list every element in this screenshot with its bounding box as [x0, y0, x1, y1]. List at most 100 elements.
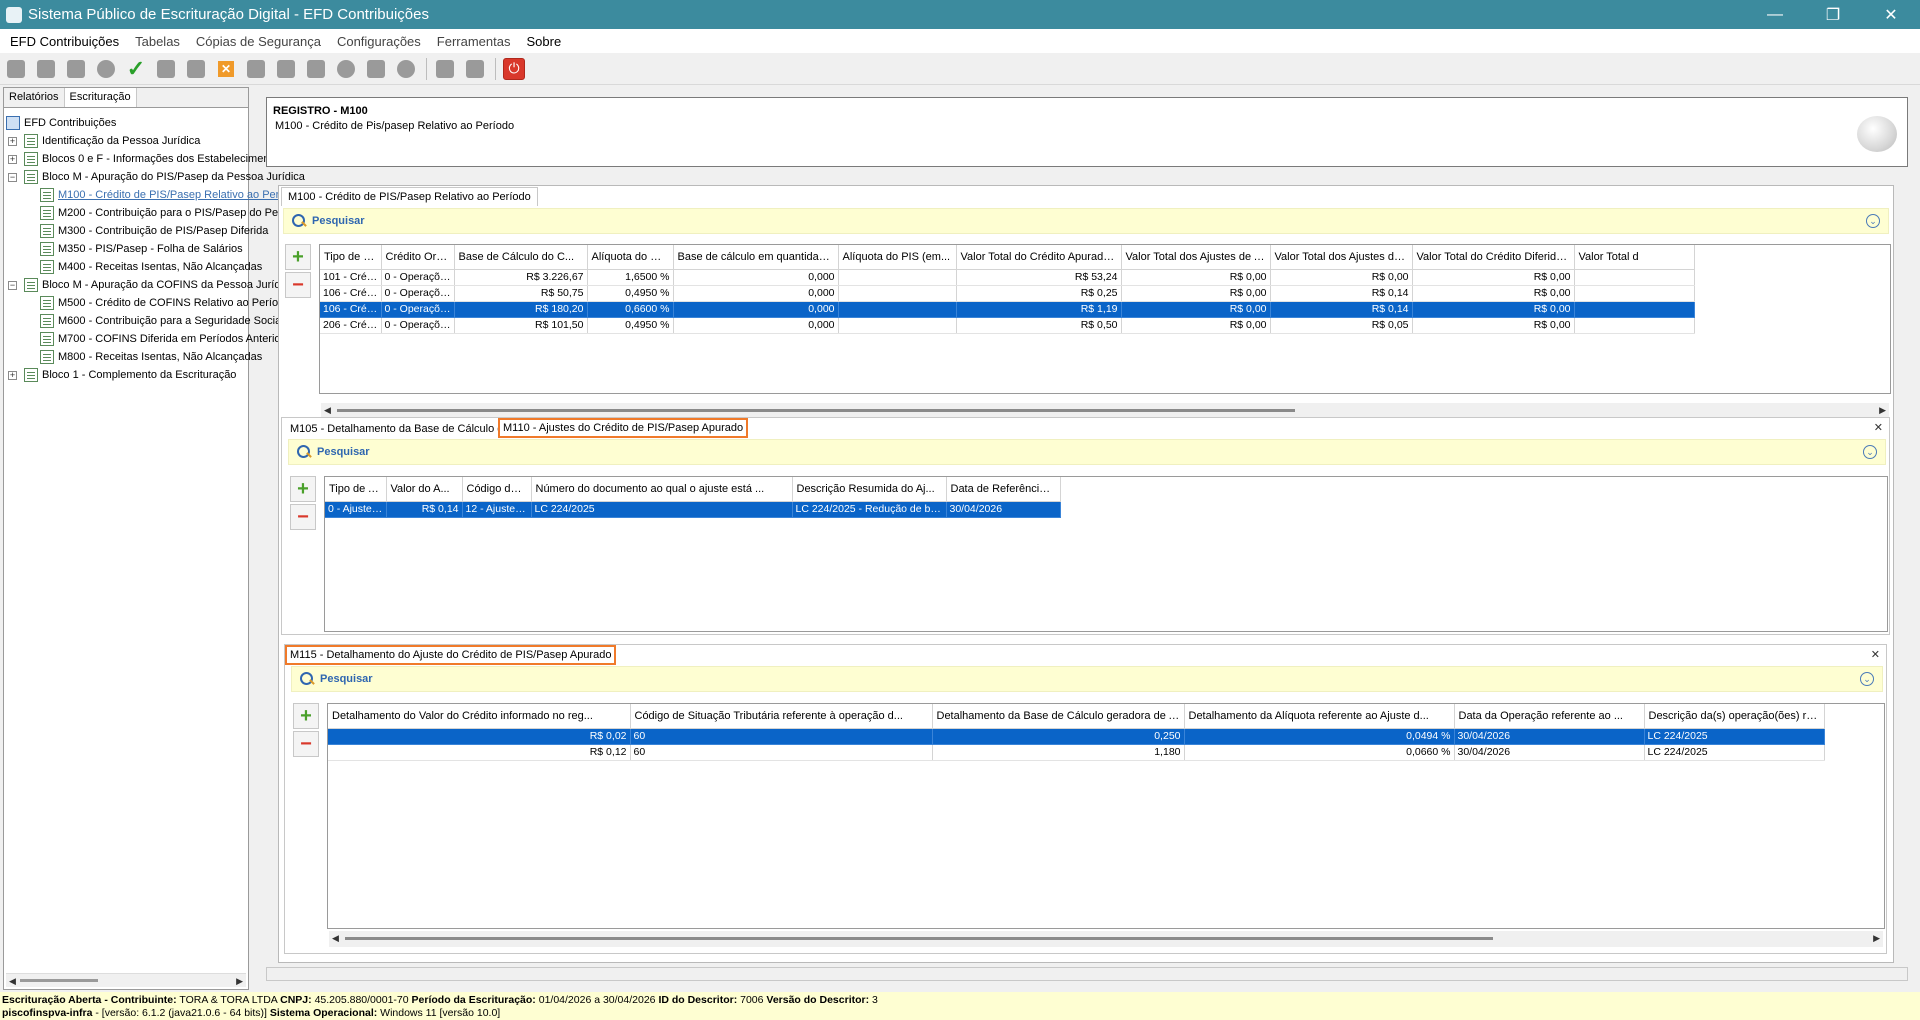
table-cell[interactable]: 1,180 [932, 744, 1185, 761]
add-button[interactable]: + [293, 703, 319, 729]
tree-item[interactable]: M350 - PIS/Pasep - Folha de Salários [4, 240, 248, 258]
table-cell[interactable]: LC 224/2025 [1644, 728, 1825, 745]
tree-item[interactable]: − Bloco M - Apuração do PIS/Pasep da Pess… [4, 168, 305, 186]
table-row[interactable]: R$ 0,12 60 1,180 0,0660 % 30/04/2026 LC 224/2… [328, 744, 1825, 761]
menu-copias-seguranca[interactable]: Cópias de Segurança [196, 34, 321, 49]
tree-item[interactable]: EFD Contribuições [4, 114, 248, 132]
table-cell[interactable] [838, 317, 957, 334]
table-cell[interactable]: 30/04/2026 [946, 501, 1061, 518]
menu-efd-contribuicoes[interactable]: EFD Contribuições [10, 34, 119, 49]
save-icon[interactable] [433, 57, 457, 81]
table-cell[interactable]: 0,0494 % [1184, 728, 1455, 745]
tab-escrituracao[interactable]: Escrituração [64, 88, 137, 107]
scroll-left-icon[interactable]: ◀ [9, 976, 16, 987]
exit-power-icon[interactable]: ⏻ [502, 57, 526, 81]
collapse-icon[interactable]: ⌄ [1866, 214, 1880, 228]
minimize-button[interactable]: — [1746, 0, 1804, 29]
column-header[interactable]: Detalhamento da Alíquota referente ao Aj… [1184, 704, 1455, 729]
column-header[interactable]: Valor Total dos Ajustes de Acré... [1121, 245, 1271, 270]
table-cell[interactable]: R$ 0,05 [1270, 317, 1413, 334]
table-cell[interactable]: R$ 0,14 [386, 501, 463, 518]
table-cell[interactable]: R$ 0,00 [1412, 269, 1575, 286]
tree-item[interactable]: + Bloco 1 - Complemento da Escrituração [4, 366, 248, 384]
search-bar[interactable]: Pesquisar ⌄ [288, 439, 1886, 465]
column-header[interactable]: Valor do A... [386, 477, 463, 502]
collapse-icon[interactable]: − [8, 280, 17, 290]
expand-icon[interactable]: + [8, 136, 17, 146]
column-header[interactable]: Valor Total dos Ajustes de Re... [1270, 245, 1413, 270]
table-cell[interactable]: R$ 0,00 [1412, 285, 1575, 302]
table-cell[interactable]: 0 - Ajuste de... [325, 501, 387, 518]
collapse-icon[interactable]: − [8, 172, 17, 182]
column-header[interactable]: Código de Situação Tributária referente … [630, 704, 933, 729]
add-button[interactable]: + [285, 244, 311, 270]
tree-item[interactable]: M800 - Receitas Isentas, Não Alcançadas [4, 348, 262, 366]
collapse-icon[interactable]: ⌄ [1860, 672, 1874, 686]
table-cell[interactable]: 0 - Operações ... [381, 269, 455, 286]
validate-check-icon[interactable]: ✓ [124, 57, 148, 81]
scroll-left-icon[interactable]: ◀ [332, 933, 339, 944]
table-row[interactable]: 0 - Ajuste de...R$ 0,1412 - Ajuste ref..… [325, 501, 1061, 518]
column-header[interactable]: Alíquota do PIS (em... [838, 245, 957, 270]
table-cell[interactable]: 0,0660 % [1184, 744, 1455, 761]
table-cell[interactable]: R$ 0,12 [328, 744, 631, 761]
table-cell[interactable]: R$ 0,00 [1121, 269, 1271, 286]
table-cell[interactable]: 30/04/2026 [1454, 728, 1645, 745]
table-cell[interactable]: R$ 180,20 [454, 301, 588, 318]
column-header[interactable]: Descrição da(s) operação(ões) refe [1644, 704, 1825, 729]
menu-configuracoes[interactable]: Configurações [337, 34, 421, 49]
table-cell[interactable]: R$ 0,02 [328, 728, 631, 745]
table-cell[interactable] [1574, 301, 1695, 318]
tree-item[interactable]: M700 - COFINS Diferida em Períodos Anter… [4, 330, 296, 348]
scroll-left-icon[interactable]: ◀ [324, 405, 331, 416]
table-cell[interactable]: R$ 53,24 [956, 269, 1122, 286]
tab-m100[interactable]: M100 - Crédito de PIS/Pasep Relativo ao … [281, 187, 538, 206]
table-cell[interactable] [838, 269, 957, 286]
print-icon[interactable] [244, 57, 268, 81]
table-cell[interactable]: R$ 101,50 [454, 317, 588, 334]
bottom-scrollbar[interactable] [266, 967, 1908, 981]
tree-item[interactable]: M400 - Receitas Isentas, Não Alcançadas [4, 258, 262, 276]
tree-item[interactable]: − Bloco M - Apuração da COFINS da Pessoa … [4, 276, 295, 294]
table-cell[interactable]: 0,4950 % [587, 285, 674, 302]
column-header[interactable]: Base de Cálculo do C... [454, 245, 588, 270]
table-row[interactable]: R$ 0,02 60 0,250 0,0494 % 30/04/2026 LC 224/2… [328, 728, 1825, 745]
column-header[interactable]: Data da Operação referente ao ... [1454, 704, 1645, 729]
table-cell[interactable]: LC 224/2025 [1644, 744, 1825, 761]
table-cell[interactable]: R$ 0,50 [956, 317, 1122, 334]
table-cell[interactable] [1574, 317, 1695, 334]
report-icon[interactable] [304, 57, 328, 81]
table-cell[interactable] [1574, 269, 1695, 286]
column-header[interactable]: Detalhamento do Valor do Crédito informa… [328, 704, 631, 729]
table-cell[interactable] [838, 285, 957, 302]
save-as-icon[interactable] [463, 57, 487, 81]
table-cell[interactable]: 0,000 [673, 285, 839, 302]
remove-button[interactable]: − [293, 731, 319, 757]
table-cell[interactable]: LC 224/2025 [531, 501, 793, 518]
table-row[interactable]: 206 - Crédito...0 - Operações ...R$ 101,… [320, 317, 1695, 334]
send-icon[interactable] [364, 57, 388, 81]
tree-item[interactable]: M500 - Crédito de COFINS Relativo ao Per… [4, 294, 290, 312]
copy-icon[interactable] [154, 57, 178, 81]
column-header[interactable]: Detalhamento da Base de Cálculo geradora… [932, 704, 1185, 729]
scroll-right-icon[interactable]: ▶ [236, 976, 243, 987]
table-cell[interactable]: R$ 0,00 [1121, 285, 1271, 302]
tree-item[interactable]: M600 - Contribuição para a Seguridade So… [4, 312, 284, 330]
table-row[interactable]: 106 - Crédito...0 - Operações ...R$ 180,… [320, 301, 1695, 318]
settings-gears-icon[interactable] [94, 57, 118, 81]
restore-button[interactable]: ❐ [1804, 0, 1862, 29]
add-button[interactable]: + [290, 476, 316, 502]
table-cell[interactable]: R$ 0,25 [956, 285, 1122, 302]
table-cell[interactable]: 60 [630, 728, 933, 745]
column-header[interactable]: Crédito Oriu... [381, 245, 455, 270]
m115-horizontal-scrollbar[interactable]: ◀ ▶ [329, 931, 1883, 947]
table-cell[interactable]: 1,6500 % [587, 269, 674, 286]
column-header[interactable]: Valor Total do Crédito Diferido no... [1412, 245, 1575, 270]
table-cell[interactable]: 0,000 [673, 301, 839, 318]
search-label[interactable]: Pesquisar [317, 446, 370, 458]
search-label[interactable]: Pesquisar [312, 215, 365, 227]
globe-icon[interactable] [334, 57, 358, 81]
edit-icon[interactable] [184, 57, 208, 81]
column-header[interactable]: Código do ... [462, 477, 532, 502]
table-cell[interactable]: R$ 0,00 [1412, 317, 1575, 334]
